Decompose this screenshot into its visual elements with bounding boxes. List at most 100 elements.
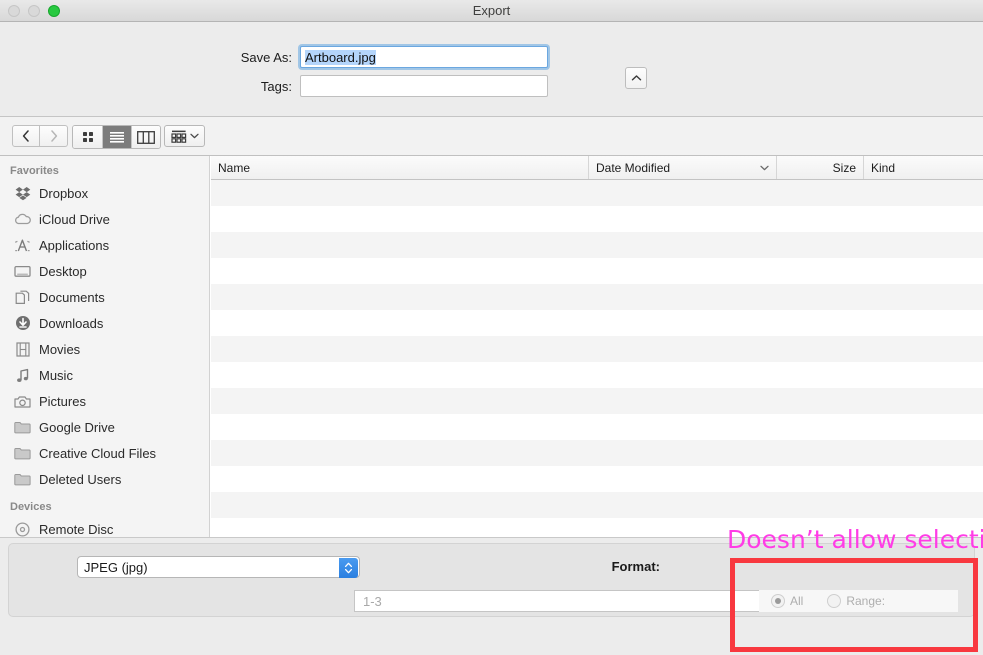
folder-icon	[14, 471, 31, 488]
list-view-button[interactable]	[102, 126, 131, 148]
table-row[interactable]	[211, 284, 983, 310]
table-row[interactable]	[211, 388, 983, 414]
radio-all[interactable]: All	[771, 594, 803, 608]
range-radio-group: All Range:	[759, 590, 958, 612]
documents-icon	[14, 289, 31, 306]
save-as-row: Save As: Artboard.jpg	[0, 46, 548, 68]
window-title: Export	[472, 3, 511, 18]
sidebar-item-applications[interactable]: Applications	[0, 232, 209, 258]
list-icon	[110, 132, 124, 143]
sidebar-item-label: Documents	[39, 289, 105, 305]
sidebar-item-pictures[interactable]: Pictures	[0, 388, 209, 414]
sidebar-item-creative-cloud-files[interactable]: Creative Cloud Files	[0, 440, 209, 466]
sidebar-item-label: Google Drive	[39, 419, 115, 435]
column-header-date-modified[interactable]: Date Modified	[589, 156, 777, 179]
arrange-button[interactable]	[164, 125, 205, 147]
folder-icon	[14, 445, 31, 462]
sidebar-item-documents[interactable]: Documents	[0, 284, 209, 310]
table-row[interactable]	[211, 310, 983, 336]
sidebar-item-label: iCloud Drive	[39, 211, 110, 227]
movies-icon	[14, 341, 31, 358]
options-group-box: JPEG (jpg) Format: 1-3 All Range:	[8, 543, 975, 617]
chevron-down-icon	[760, 165, 769, 170]
sidebar-section-favorites: Favorites	[10, 165, 59, 177]
tags-input[interactable]	[300, 75, 548, 97]
window-titlebar: Export	[0, 0, 983, 22]
format-popup-button[interactable]: JPEG (jpg)	[77, 556, 360, 578]
file-rows[interactable]	[211, 180, 983, 537]
sidebar-item-downloads[interactable]: Downloads	[0, 310, 209, 336]
file-list[interactable]: Name Date Modified Size Kind	[211, 156, 983, 537]
forward-button[interactable]	[40, 125, 68, 147]
format-label: Format:	[611, 559, 660, 574]
save-as-label: Save As:	[240, 49, 292, 65]
grid-icon	[82, 132, 93, 142]
sidebar-item-label: Applications	[39, 237, 110, 253]
table-row[interactable]	[211, 414, 983, 440]
table-row[interactable]	[211, 362, 983, 388]
radio-range[interactable]: Range:	[827, 594, 885, 608]
desktop-icon	[14, 263, 31, 280]
format-popup-label: JPEG (jpg)	[84, 559, 148, 575]
sidebar-item-deleted-users[interactable]: Deleted Users	[0, 466, 209, 492]
sidebar-item-label: Movies	[39, 341, 81, 357]
column-header-size[interactable]: Size	[777, 156, 864, 179]
column-header-name[interactable]: Name	[211, 156, 589, 179]
chevron-right-icon	[50, 130, 57, 142]
save-as-value: Artboard.jpg	[305, 49, 376, 65]
sidebar-item-label: Downloads	[39, 315, 104, 331]
table-row[interactable]	[211, 440, 983, 466]
table-row[interactable]	[211, 258, 983, 284]
downloads-icon	[14, 315, 31, 332]
icon-view-button[interactable]	[73, 126, 102, 148]
sidebar-item-label: Creative Cloud Files	[39, 445, 157, 461]
radio-all-label: All	[790, 594, 804, 608]
table-row[interactable]	[211, 466, 983, 492]
view-mode-segmented-control	[72, 125, 161, 149]
column-headers: Name Date Modified Size Kind	[211, 156, 983, 180]
sidebar-item-label: Dropbox	[39, 185, 89, 201]
dropbox-icon	[14, 185, 31, 202]
sidebar-item-google-drive[interactable]: Google Drive	[0, 414, 209, 440]
sidebar-item-label: Deleted Users	[39, 471, 122, 487]
radio-dot	[771, 594, 785, 608]
table-row[interactable]	[211, 206, 983, 232]
sidebar-section-devices: Devices	[10, 501, 52, 513]
sidebar-item-icloud-drive[interactable]: iCloud Drive	[0, 206, 209, 232]
cloud-icon	[14, 211, 31, 228]
save-as-input[interactable]: Artboard.jpg	[300, 46, 548, 68]
sidebar-item-label: Pictures	[39, 393, 86, 409]
sidebar: Favorites Dropbox iCloud Drive Applicati…	[0, 156, 210, 537]
chevron-down-icon	[189, 133, 199, 139]
chevron-left-icon	[22, 130, 29, 142]
column-header-kind[interactable]: Kind	[864, 156, 982, 179]
back-button[interactable]	[12, 125, 40, 147]
table-row[interactable]	[211, 492, 983, 518]
sidebar-item-music[interactable]: Music	[0, 362, 209, 388]
chevron-up-icon	[631, 75, 641, 81]
tags-row: Tags:	[0, 75, 548, 97]
table-row[interactable]	[211, 180, 983, 206]
sidebar-item-dropbox[interactable]: Dropbox	[0, 180, 209, 206]
sidebar-item-remote-disc[interactable]: Remote Disc	[0, 516, 209, 537]
disc-icon	[14, 521, 31, 538]
disclosure-button[interactable]	[625, 67, 647, 89]
table-row[interactable]	[211, 336, 983, 362]
sidebar-item-label: Desktop	[39, 263, 87, 279]
sidebar-item-label: Music	[39, 367, 73, 383]
annotation-text: Doesn’t allow selection	[727, 525, 983, 554]
pictures-icon	[14, 393, 31, 410]
column-view-button[interactable]	[131, 126, 160, 148]
music-icon	[14, 367, 31, 384]
save-as-header: Save As: Artboard.jpg Tags:	[0, 22, 983, 117]
sidebar-item-desktop[interactable]: Desktop	[0, 258, 209, 284]
table-row[interactable]	[211, 232, 983, 258]
export-dialog: Export Save As: Artboard.jpg Tags: Favor…	[0, 0, 983, 655]
folder-icon	[14, 419, 31, 436]
updown-icon	[339, 558, 358, 578]
radio-range-label: Range:	[846, 594, 886, 608]
tags-label: Tags:	[260, 78, 292, 94]
range-placeholder: 1-3	[363, 593, 382, 609]
applications-icon	[14, 237, 31, 254]
sidebar-item-movies[interactable]: Movies	[0, 336, 209, 362]
